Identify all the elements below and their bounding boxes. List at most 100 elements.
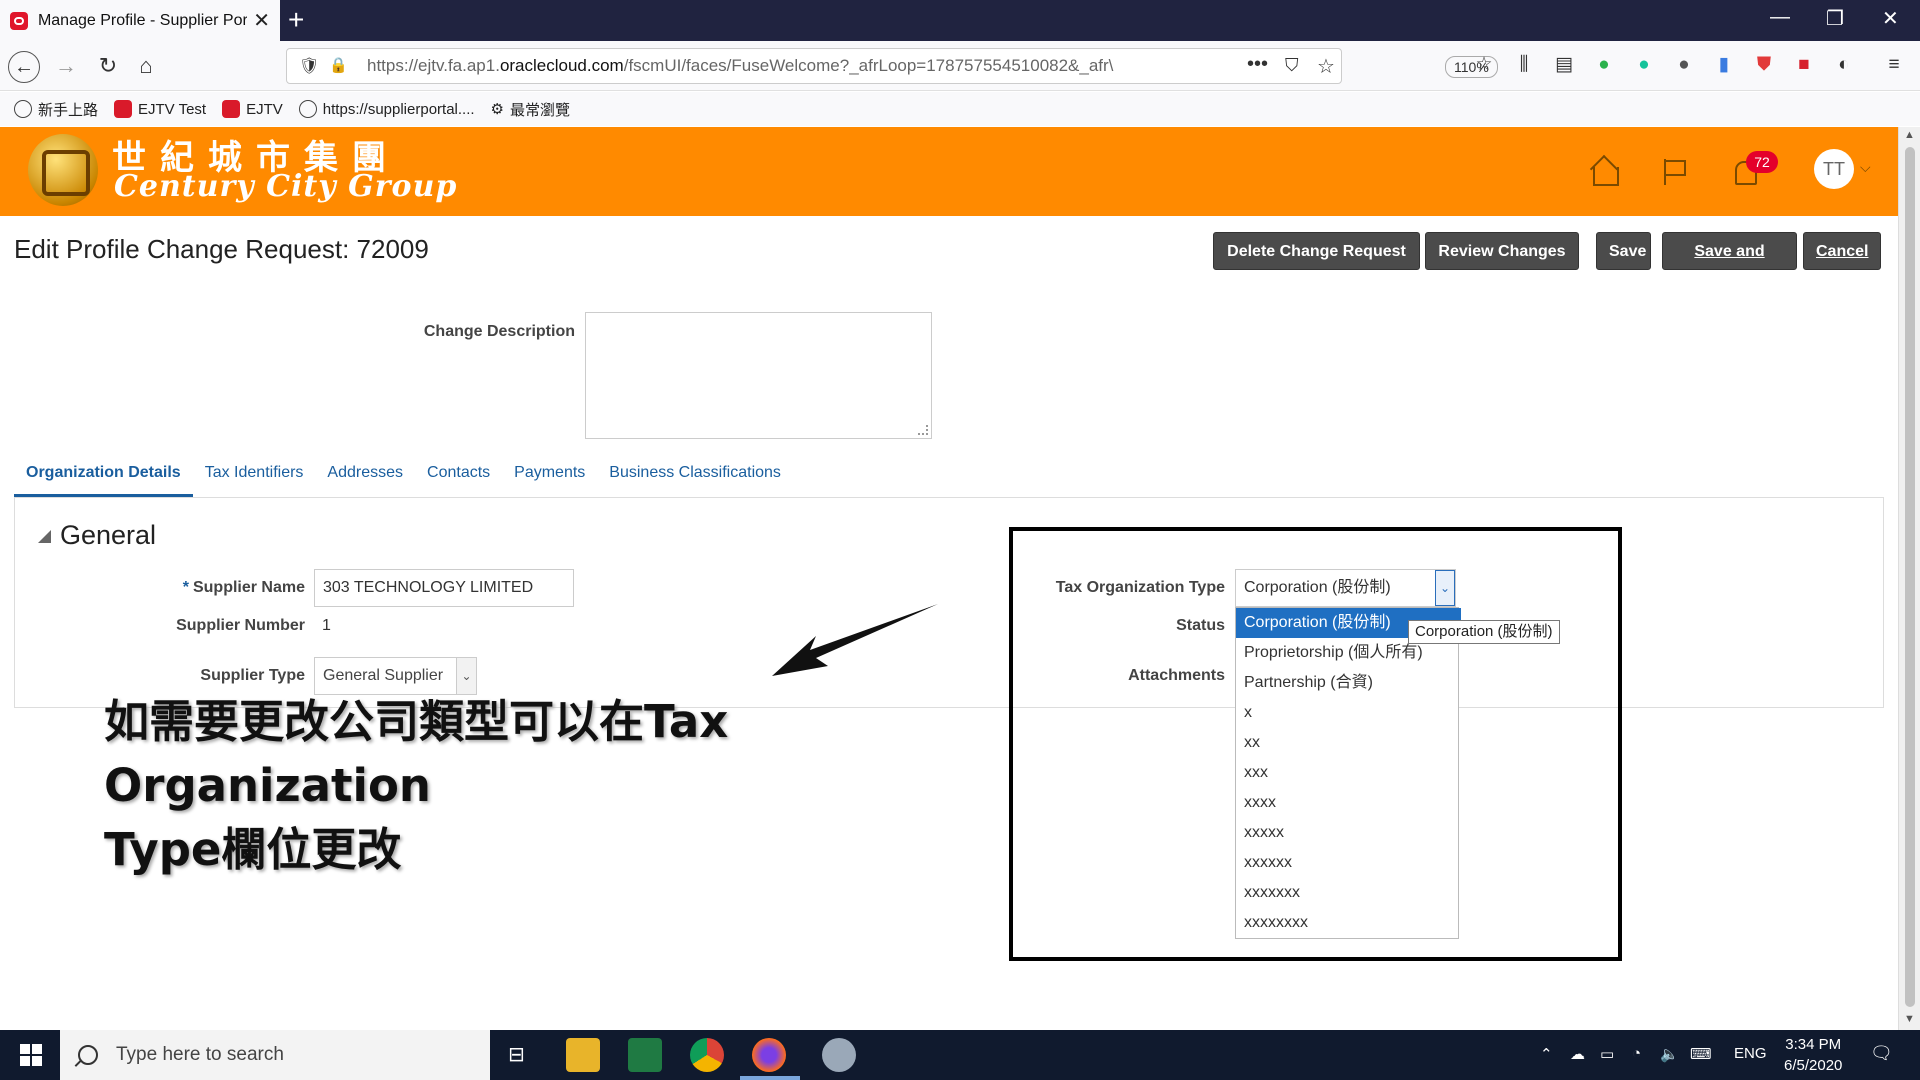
taskbar-clock[interactable]: 3:34 PM 6/5/2020 (1784, 1034, 1842, 1076)
tab-organization-details[interactable]: Organization Details (14, 456, 193, 498)
supplier-number-label: Supplier Number (176, 617, 305, 634)
supplier-name-label: * Supplier Name (150, 579, 305, 597)
reading-list-icon[interactable]: ☆ (1472, 53, 1496, 77)
bookmark-item[interactable]: EJTV Test (114, 100, 206, 118)
tab-contacts[interactable]: Contacts (415, 456, 502, 498)
bookmark-extension-icon[interactable]: ▮ (1712, 53, 1736, 77)
page-scrollbar[interactable]: ▲ ▼ (1898, 127, 1920, 1030)
new-tab-button[interactable]: + (288, 4, 304, 36)
shield-icon[interactable]: 🛡 (299, 56, 319, 76)
action-center-icon[interactable]: 🗨 (1870, 1043, 1893, 1064)
dropdown-option[interactable]: Partnership (合資) (1236, 668, 1458, 698)
extension-icon[interactable]: ◐ (1832, 53, 1856, 77)
minimize-window-icon[interactable]: — (1770, 6, 1790, 29)
dropdown-option[interactable]: xxx (1236, 758, 1458, 788)
collapse-triangle-icon[interactable] (38, 530, 51, 543)
tab-addresses[interactable]: Addresses (315, 456, 415, 498)
home-browser-icon[interactable]: ⌂ (130, 51, 162, 83)
browser-nav-bar: ← → ↻ ⌂ 🛡 🔒 https://ejtv.fa.ap1.oraclecl… (0, 41, 1920, 91)
supplier-number-value: 1 (322, 617, 331, 634)
dropdown-option[interactable]: xxxx (1236, 788, 1458, 818)
lock-icon[interactable]: 🔒 (329, 56, 348, 74)
bookmark-item[interactable]: EJTV (222, 100, 283, 118)
dropdown-option[interactable]: x (1236, 698, 1458, 728)
file-explorer-icon[interactable] (566, 1038, 600, 1072)
shield-extension-icon[interactable]: ⛊ (1752, 53, 1776, 77)
url-text[interactable]: https://ejtv.fa.ap1.oraclecloud.com/fscm… (367, 56, 1127, 76)
review-changes-button[interactable]: Review Changes (1425, 232, 1579, 270)
tab-tax-identifiers[interactable]: Tax Identifiers (193, 456, 316, 498)
onedrive-icon[interactable]: ☁ (1570, 1045, 1585, 1063)
tax-organization-type-select[interactable]: Corporation (股份制) ⌄ (1235, 569, 1456, 607)
browser-tab[interactable]: Manage Profile - Supplier Portal ✕ (0, 0, 280, 41)
task-view-icon[interactable]: ⊟ (508, 1042, 525, 1067)
profile-tabs: Organization Details Tax Identifiers Add… (14, 456, 793, 498)
oracle-icon (114, 100, 133, 118)
battery-icon[interactable]: ▭ (1600, 1045, 1614, 1063)
dropdown-option[interactable]: xxxxxx (1236, 848, 1458, 878)
bookmark-item[interactable]: https://supplierportal.... (298, 100, 475, 118)
favorites-flag-icon[interactable] (1660, 157, 1690, 187)
tab-payments[interactable]: Payments (502, 456, 597, 498)
bookmark-star-icon[interactable]: ☆ (1317, 54, 1335, 79)
bookmark-item[interactable]: ⚙ 最常瀏覽 (491, 99, 570, 120)
check-extension-icon[interactable]: ● (1592, 53, 1616, 77)
menu-icon[interactable]: ≡ (1882, 53, 1906, 77)
home-icon[interactable] (1590, 157, 1620, 187)
save-and-close-button[interactable]: Save and Close (1662, 232, 1797, 298)
delete-change-request-button[interactable]: Delete Change Request (1213, 232, 1420, 270)
dropdown-option[interactable]: xx (1236, 728, 1458, 758)
chrome-icon[interactable] (690, 1038, 724, 1072)
chevron-down-icon[interactable]: ⌄ (456, 658, 476, 694)
save-button[interactable]: Save (1596, 232, 1651, 270)
dropdown-option[interactable]: xxxxx (1236, 818, 1458, 848)
change-description-textarea[interactable] (585, 312, 932, 439)
keyboard-icon[interactable]: ⌨ (1690, 1045, 1712, 1063)
scroll-up-icon[interactable]: ▲ (1904, 129, 1915, 141)
oracle-icon (222, 100, 241, 118)
scrollbar-thumb[interactable] (1905, 147, 1915, 1007)
tray-overflow-icon[interactable]: ⌃ (1540, 1045, 1553, 1063)
account-icon[interactable]: ● (1672, 53, 1696, 77)
browser-tab-bar: Manage Profile - Supplier Portal ✕ + — ❐… (0, 0, 1920, 41)
dropdown-option[interactable]: xxxxxxx (1236, 878, 1458, 908)
close-tab-icon[interactable]: ✕ (253, 8, 270, 33)
scroll-down-icon[interactable]: ▼ (1904, 1013, 1915, 1025)
firefox-icon[interactable] (752, 1038, 786, 1072)
pdf-extension-icon[interactable]: ■ (1792, 53, 1816, 77)
bookmarks-bar: 新手上路 EJTV Test EJTV https://supplierport… (0, 92, 1920, 126)
library-icon[interactable]: ⫼ (1512, 53, 1536, 77)
page-actions-icon[interactable]: ••• (1247, 53, 1268, 76)
address-bar[interactable]: 🛡 🔒 https://ejtv.fa.ap1.oraclecloud.com/… (286, 48, 1498, 84)
supplier-name-input[interactable]: 303 TECHNOLOGY LIMITED (314, 569, 574, 607)
volume-icon[interactable]: 🔈 (1660, 1045, 1679, 1063)
company-name-english: Century City Group (114, 169, 458, 204)
wifi-icon[interactable]: ◔ (1632, 1045, 1641, 1062)
notification-count-badge[interactable]: 72 (1746, 151, 1778, 173)
annotation-text: 如需要更改公司類型可以在Tax Organization Type欄位更改 (104, 690, 1004, 882)
active-app-indicator (740, 1076, 800, 1080)
cancel-button[interactable]: Cancel (1803, 232, 1881, 270)
tax-organization-type-value: Corporation (股份制) (1244, 579, 1391, 596)
chevron-down-icon[interactable]: ⌵ (1860, 159, 1871, 176)
restore-window-icon[interactable]: ❐ (1826, 6, 1844, 31)
reload-icon[interactable]: ↻ (92, 51, 124, 83)
forward-icon[interactable]: → (50, 51, 82, 83)
excel-icon[interactable] (628, 1038, 662, 1072)
user-avatar[interactable]: TT (1814, 149, 1854, 189)
language-indicator[interactable]: ENG (1734, 1045, 1767, 1062)
windows-start-icon[interactable] (20, 1044, 42, 1066)
page-title: Edit Profile Change Request: 72009 (14, 234, 429, 264)
dropdown-option[interactable]: xxxxxxxx (1236, 908, 1458, 938)
bookmark-item[interactable]: 新手上路 (14, 99, 98, 120)
grammarly-icon[interactable]: ● (1632, 53, 1656, 77)
close-window-icon[interactable]: ✕ (1882, 6, 1899, 31)
tab-business-classifications[interactable]: Business Classifications (597, 456, 793, 498)
chevron-down-icon[interactable]: ⌄ (1435, 570, 1455, 606)
pocket-icon[interactable]: ⛉ (1285, 55, 1299, 76)
taskbar-search-placeholder: Type here to search (116, 1044, 284, 1065)
taskbar-search-box[interactable]: Type here to search (60, 1030, 490, 1080)
sidebar-icon[interactable]: ▤ (1552, 53, 1576, 77)
paint-icon[interactable] (822, 1038, 856, 1072)
back-icon[interactable]: ← (8, 51, 40, 83)
